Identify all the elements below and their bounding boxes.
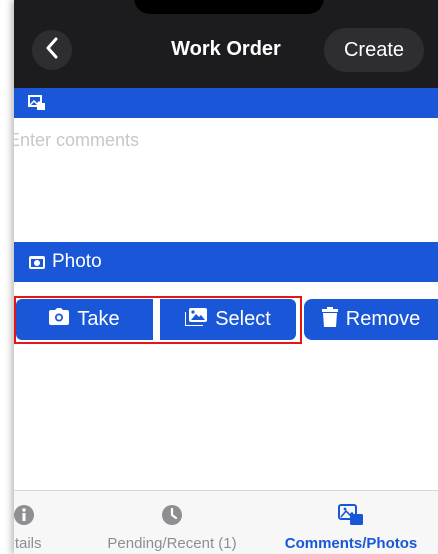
select-label: Select: [215, 308, 271, 330]
images-icon: [184, 307, 208, 332]
photo-section-label: Photo: [52, 251, 102, 272]
tab-details-label: etails: [14, 535, 42, 552]
remove-label: Remove: [345, 308, 421, 330]
clock-icon: [161, 503, 183, 527]
camera-icon: [28, 254, 46, 270]
tab-pending-recent[interactable]: Pending/Recent (1): [92, 491, 252, 554]
tab-pending-label: Pending/Recent (1): [107, 535, 237, 552]
bottom-tab-bar: etails Pending/Recent (1) Comments/Pho: [14, 490, 438, 554]
comments-input[interactable]: [14, 122, 428, 240]
camera-icon: [49, 308, 70, 331]
info-icon: [14, 503, 35, 527]
device-notch: [134, 0, 324, 14]
photos-icon: [338, 503, 364, 527]
work-order-screen: Work Order Create Photo: [14, 0, 438, 554]
select-photo-button[interactable]: Select: [160, 299, 296, 340]
photo-section-header: Photo: [14, 242, 438, 282]
create-button[interactable]: Create: [324, 28, 424, 72]
nav-header: Work Order Create: [14, 0, 438, 88]
photos-icon: [28, 95, 46, 111]
tab-comments-photos[interactable]: Comments/Photos: [276, 491, 426, 554]
back-button[interactable]: [32, 30, 72, 70]
comments-section-header: [14, 88, 438, 118]
tab-details[interactable]: etails: [14, 491, 74, 554]
chevron-left-icon: [45, 37, 59, 64]
trash-icon: [321, 306, 338, 333]
take-label: Take: [77, 308, 120, 330]
remove-photo-button[interactable]: Remove: [304, 299, 438, 340]
tab-comments-label: Comments/Photos: [284, 535, 418, 552]
take-photo-button[interactable]: Take: [16, 299, 153, 340]
